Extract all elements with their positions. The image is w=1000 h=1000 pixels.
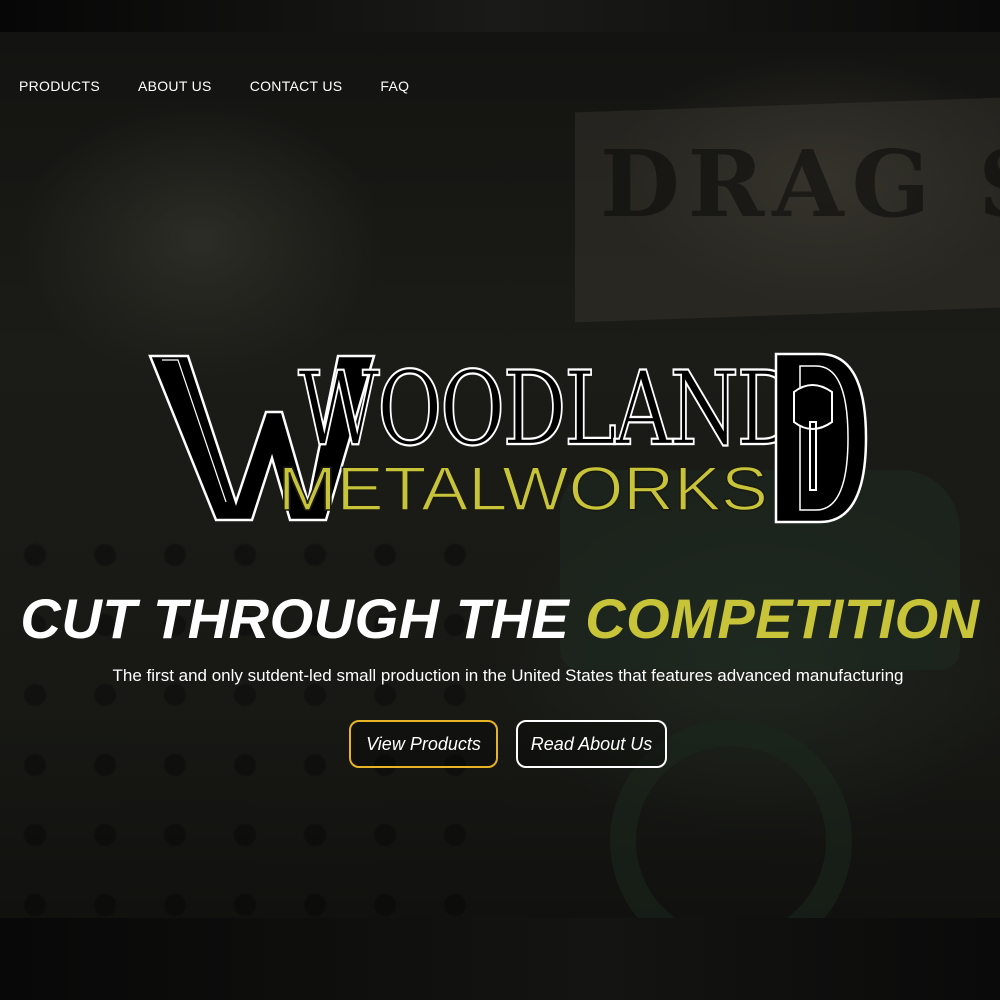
background-sign-text: DRAG S xyxy=(600,130,1000,238)
nav-link-products[interactable]: PRODUCTS xyxy=(19,78,100,94)
nav-link-about-us[interactable]: ABOUT US xyxy=(138,78,212,94)
logo-line2: METALWORKS xyxy=(278,455,768,524)
background-sign xyxy=(575,97,1000,323)
hero-subtitle: The first and only sutdent-led small pro… xyxy=(112,666,904,685)
read-about-us-button[interactable]: Read About Us xyxy=(516,720,667,768)
nav-link-contact-us[interactable]: CONTACT US xyxy=(250,78,343,94)
main-nav: PRODUCTS ABOUT US CONTACT US FAQ xyxy=(19,78,447,94)
nav-link-faq[interactable]: FAQ xyxy=(380,78,409,94)
headline-main-text: CUT THROUGH THE xyxy=(20,587,586,650)
hero-cta-group: View Products Read About Us xyxy=(349,720,667,768)
hero-page: DRAG S PRODUCTS ABOUT US CONTACT US FAQ … xyxy=(0,0,1000,1000)
logo-d-shape xyxy=(774,352,868,524)
woodland-metalworks-logo: WOODLAND METALWORKS xyxy=(148,352,868,524)
background-bottom-band xyxy=(0,918,1000,1000)
hero-headline: CUT THROUGH THE COMPETITION xyxy=(0,586,1000,651)
background-top-band xyxy=(0,0,1000,32)
headline-accent-text: COMPETITION xyxy=(585,587,980,650)
logo-line1: WOODLAND xyxy=(298,352,798,469)
view-products-button[interactable]: View Products xyxy=(349,720,498,768)
